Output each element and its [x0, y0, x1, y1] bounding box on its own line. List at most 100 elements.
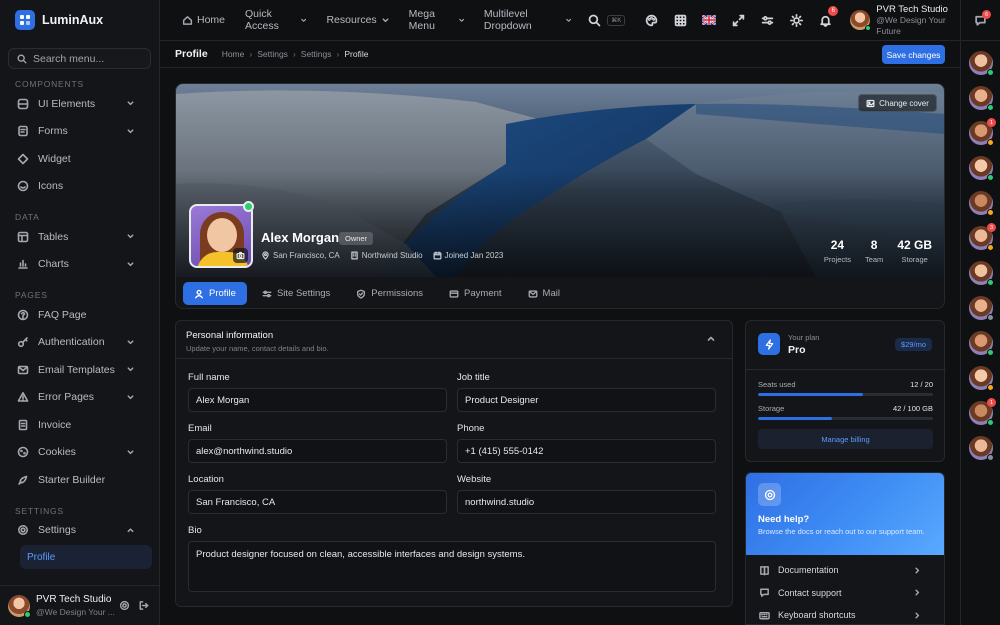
top-nav-label: Quick Access: [245, 8, 279, 32]
contact-avatar[interactable]: [969, 191, 994, 216]
breadcrumb: Home › Settings › Settings › Profile: [222, 49, 369, 59]
profile-stats: 24 Projects 8 Team 42 GB Storage: [824, 238, 932, 264]
camera-icon[interactable]: [233, 248, 248, 263]
location-input[interactable]: San Francisco, CA: [188, 490, 447, 514]
theme-palette-button[interactable]: [643, 12, 659, 28]
top-nav-home[interactable]: Home: [182, 14, 225, 26]
theme-toggle-button[interactable]: [788, 12, 804, 28]
contact-avatar[interactable]: [969, 296, 994, 321]
gear-icon[interactable]: [119, 600, 130, 611]
chevron-down-icon: [127, 340, 134, 344]
sidebar-item-widget[interactable]: Widget: [0, 145, 160, 173]
online-status-dot: [865, 25, 872, 31]
language-button[interactable]: [701, 12, 717, 28]
contact-avatar[interactable]: 1: [969, 118, 996, 146]
sidebar-item-cookies[interactable]: Cookies: [0, 439, 160, 467]
tab-site-settings[interactable]: Site Settings: [251, 282, 341, 305]
sidebar-item-starter-builder[interactable]: Starter Builder: [0, 466, 160, 494]
phone-input[interactable]: +1 (415) 555-0142: [457, 439, 716, 463]
plan-name: Pro: [788, 344, 806, 356]
tab-payment[interactable]: Payment: [438, 282, 513, 305]
sidebar-subitem-profile[interactable]: Profile: [20, 545, 152, 569]
cover-image: Change cover Alex Morgan Owner San Franc…: [176, 84, 944, 277]
search-button[interactable]: [586, 12, 602, 28]
sidebar-item-settings[interactable]: Settings: [0, 517, 160, 545]
breadcrumb-item[interactable]: Home: [222, 49, 245, 59]
chat-button[interactable]: 6: [961, 0, 1000, 41]
status-dot: [987, 454, 994, 461]
mail-icon: [528, 289, 537, 298]
manage-billing-button[interactable]: Manage billing: [758, 429, 933, 449]
sidebar-item-forms[interactable]: Forms: [0, 118, 160, 146]
expand-icon: [732, 14, 745, 26]
contact-avatar[interactable]: [969, 436, 994, 461]
breadcrumb-item[interactable]: Settings: [257, 49, 288, 59]
contact-avatar[interactable]: [969, 86, 994, 111]
sidebar-item-email-templates[interactable]: Email Templates: [0, 356, 160, 384]
plan-price-badge: $29/mo: [894, 338, 932, 351]
contact-avatar[interactable]: 1: [969, 398, 996, 426]
chevron-up-icon[interactable]: [706, 334, 716, 344]
tab-mail[interactable]: Mail: [517, 282, 571, 305]
brand-name: LuminAux: [42, 13, 104, 27]
notifications-button[interactable]: 6: [817, 6, 839, 28]
help-link-contact-support[interactable]: Contact support: [746, 582, 944, 605]
help-title: Need help?: [758, 514, 810, 525]
breadcrumb-current: Profile: [344, 49, 369, 59]
storage-progress-fill: [758, 417, 832, 420]
top-nav-resources[interactable]: Resources: [326, 14, 389, 26]
contact-avatar[interactable]: [969, 366, 994, 391]
top-nav-quick-access[interactable]: Quick Access: [245, 8, 307, 32]
top-nav-multilevel[interactable]: Multilevel Dropdown: [484, 8, 572, 32]
sidebar-item-icons[interactable]: Icons: [0, 173, 160, 201]
contact-avatar[interactable]: 3: [969, 223, 996, 251]
help-link-keyboard-shortcuts[interactable]: Keyboard shortcuts: [746, 604, 944, 624]
online-status-dot: [243, 201, 254, 212]
breadcrumb-item[interactable]: Settings: [301, 49, 332, 59]
contact-avatar[interactable]: [969, 331, 994, 356]
sidebar-item-invoice[interactable]: Invoice: [0, 411, 160, 439]
sidebar-item-ui-elements[interactable]: UI Elements: [0, 90, 160, 118]
sidebar-item-authentication[interactable]: Authentication: [0, 329, 160, 357]
help-link-documentation[interactable]: Documentation: [746, 559, 944, 582]
full-name-input[interactable]: Alex Morgan: [188, 388, 447, 412]
logout-icon[interactable]: [138, 600, 149, 611]
job-title-input[interactable]: Product Designer: [457, 388, 716, 412]
brand[interactable]: LuminAux: [15, 10, 103, 30]
top-actions: ⌘K 6: [586, 6, 846, 28]
sidebar-user[interactable]: PVR Tech Studio @We Design Your ...: [0, 585, 160, 625]
lifebuoy-icon: [758, 483, 781, 506]
sidebar-item-label: Icons: [38, 180, 64, 193]
sidebar-item-tables[interactable]: Tables: [0, 223, 160, 251]
contact-avatar[interactable]: [969, 261, 994, 286]
tab-profile[interactable]: Profile: [183, 282, 247, 305]
personal-info-header[interactable]: Personal information Update your name, c…: [176, 321, 732, 359]
sidebar-user-handle: @We Design Your ...: [36, 606, 115, 617]
apps-grid-button[interactable]: [672, 12, 688, 28]
sidebar-search-input[interactable]: Search menu...: [8, 48, 151, 69]
top-user-menu[interactable]: PVR Tech Studio @We Design Your Future: [850, 4, 960, 37]
sidebar-item-error-pages[interactable]: Error Pages: [0, 384, 160, 412]
customizer-button[interactable]: [759, 12, 775, 28]
top-nav: Home Quick Access Resources Mega Menu Mu…: [182, 8, 572, 32]
top-nav-mega-menu[interactable]: Mega Menu: [409, 8, 465, 32]
card-icon: [449, 289, 459, 298]
change-cover-button[interactable]: Change cover: [858, 94, 937, 112]
sidebar-item-faq[interactable]: FAQ Page: [0, 301, 160, 329]
contacts-rail: 6 1 3 1: [960, 0, 1000, 625]
tab-permissions[interactable]: Permissions: [345, 282, 434, 305]
search-placeholder: Search menu...: [33, 52, 105, 65]
save-changes-button[interactable]: Save changes: [882, 45, 945, 64]
sidebar-item-charts[interactable]: Charts: [0, 251, 160, 279]
status-dot: [987, 104, 994, 111]
fullscreen-button[interactable]: [730, 12, 746, 28]
smile-icon: [17, 180, 29, 192]
bio-textarea[interactable]: Product designer focused on clean, acces…: [188, 541, 716, 592]
email-input[interactable]: alex@northwind.studio: [188, 439, 447, 463]
website-input[interactable]: northwind.studio: [457, 490, 716, 514]
chevron-down-icon: [127, 234, 134, 239]
contact-avatar[interactable]: [969, 156, 994, 181]
profile-avatar[interactable]: [189, 204, 253, 268]
contact-avatar[interactable]: [969, 51, 994, 76]
chevron-down-icon: [127, 262, 134, 266]
